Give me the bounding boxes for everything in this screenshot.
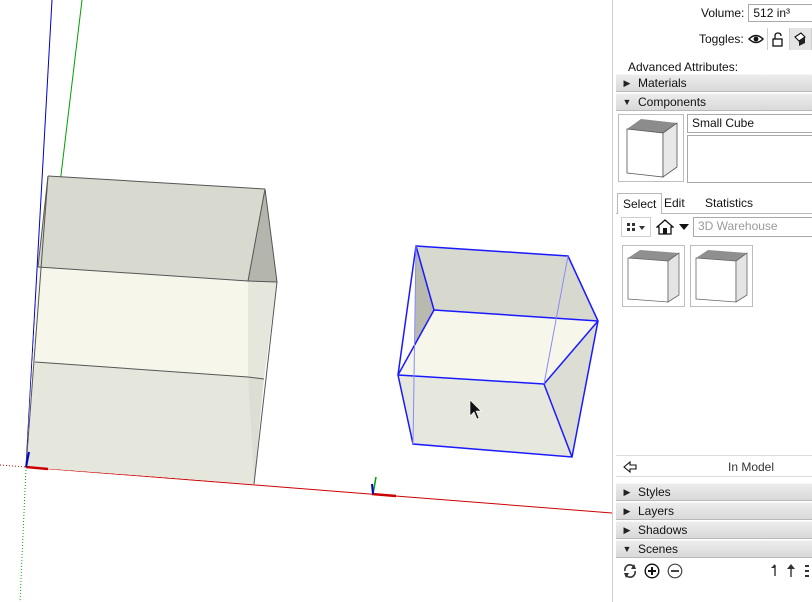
green-axis-negative <box>19 466 27 602</box>
small-cube-thumb-icon <box>695 250 748 303</box>
small-cube-preview-icon <box>626 119 678 178</box>
small-cube-selected[interactable] <box>397 245 599 458</box>
components-section-header[interactable]: ▼ Components <box>616 93 812 111</box>
layers-title: Layers <box>638 504 675 518</box>
collapse-arrow-icon: ▼ <box>622 97 632 107</box>
tab-select[interactable]: Select <box>617 193 663 214</box>
collapse-arrow-icon: ▼ <box>622 544 632 554</box>
dropdown-arrow-icon[interactable] <box>677 217 691 237</box>
scene-options-icon[interactable] <box>802 562 812 580</box>
shadows-title: Shadows <box>638 523 688 537</box>
materials-section-header[interactable]: ▶ Materials <box>616 74 812 92</box>
component-preview <box>618 114 684 182</box>
in-model-label: In Model <box>728 460 775 474</box>
component-thumbnail[interactable] <box>622 245 685 307</box>
advanced-attributes-label: Advanced Attributes: <box>628 60 739 74</box>
add-scene-icon[interactable] <box>643 562 661 580</box>
small-cube-thumb-icon <box>627 250 680 303</box>
default-tray: Volume: 512 in³ Toggles: Advanced Attrib… <box>612 0 812 602</box>
lock-icon[interactable] <box>768 28 790 50</box>
home-icon[interactable] <box>654 217 676 237</box>
volume-row: Volume: 512 in³ <box>701 4 812 22</box>
shadows-section-header[interactable]: ▶ Shadows <box>616 521 812 539</box>
model-canvas[interactable] <box>0 0 612 602</box>
layers-section-header[interactable]: ▶ Layers <box>616 502 812 520</box>
drawing-viewport[interactable] <box>0 0 612 602</box>
back-arrow-icon[interactable] <box>622 459 638 475</box>
collection-footer: In Model <box>616 455 812 477</box>
scenes-title: Scenes <box>638 542 679 556</box>
toggles-label: Toggles: <box>699 32 744 46</box>
components-title: Components <box>638 95 707 109</box>
component-thumbnail[interactable] <box>690 245 753 307</box>
tab-statistics[interactable]: Statistics <box>700 193 758 213</box>
tab-edit[interactable]: Edit <box>659 193 690 213</box>
styles-section-header[interactable]: ▶ Styles <box>616 483 812 501</box>
expand-arrow-icon: ▶ <box>623 524 631 535</box>
component-axis-marker <box>371 476 397 498</box>
remove-scene-icon[interactable] <box>666 562 684 580</box>
update-scene-icon[interactable] <box>621 562 639 580</box>
volume-field[interactable]: 512 in³ <box>748 4 812 22</box>
expand-arrow-icon: ▶ <box>623 486 631 497</box>
component-name-field[interactable]: Small Cube <box>687 114 812 133</box>
expand-arrow-icon: ▶ <box>623 77 631 88</box>
large-cube[interactable] <box>25 175 278 485</box>
materials-title: Materials <box>638 76 687 90</box>
volume-label: Volume: <box>701 6 745 20</box>
warehouse-search-input[interactable]: 3D Warehouse <box>693 217 812 237</box>
eye-icon[interactable] <box>746 28 768 50</box>
scenes-section-header[interactable]: ▼ Scenes <box>616 540 812 558</box>
move-scene-up-icon[interactable] <box>785 562 799 580</box>
move-scene-down-icon[interactable] <box>767 562 781 580</box>
expand-arrow-icon: ▶ <box>623 505 631 516</box>
red-axis <box>25 466 612 514</box>
component-description-field[interactable] <box>687 135 812 183</box>
toggles-row: Toggles: <box>699 28 812 50</box>
red-axis-negative <box>0 464 27 468</box>
cast-shadow-icon[interactable] <box>789 28 812 50</box>
view-options-icon[interactable] <box>621 217 651 237</box>
styles-title: Styles <box>638 485 671 499</box>
